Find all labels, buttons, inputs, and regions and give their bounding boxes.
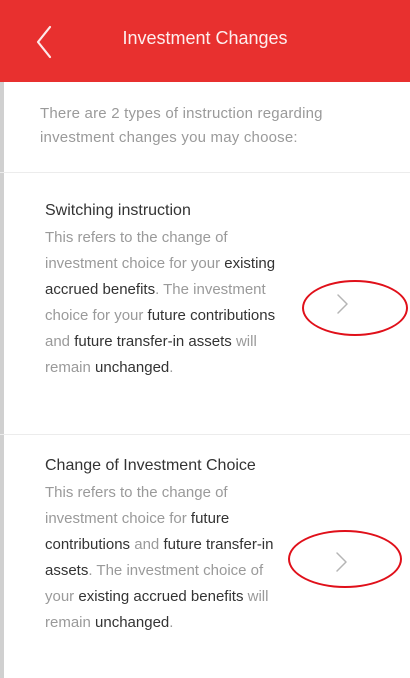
page-title: Investment Changes: [122, 28, 288, 48]
annotation-circle: [288, 530, 402, 588]
intro-text: There are 2 types of instruction regardi…: [40, 105, 323, 146]
option-description: This refers to the change of investment …: [45, 229, 276, 376]
option-title: Change of Investment Choice: [45, 457, 256, 474]
left-edge-border: [0, 0, 4, 678]
option-description: This refers to the change of investment …: [45, 484, 274, 631]
investment-changes-screen: Investment Changes There are 2 types of …: [0, 0, 410, 678]
option-title: Switching instruction: [45, 202, 191, 219]
annotation-circle: [302, 280, 408, 336]
app-header: Investment Changes: [0, 0, 410, 82]
